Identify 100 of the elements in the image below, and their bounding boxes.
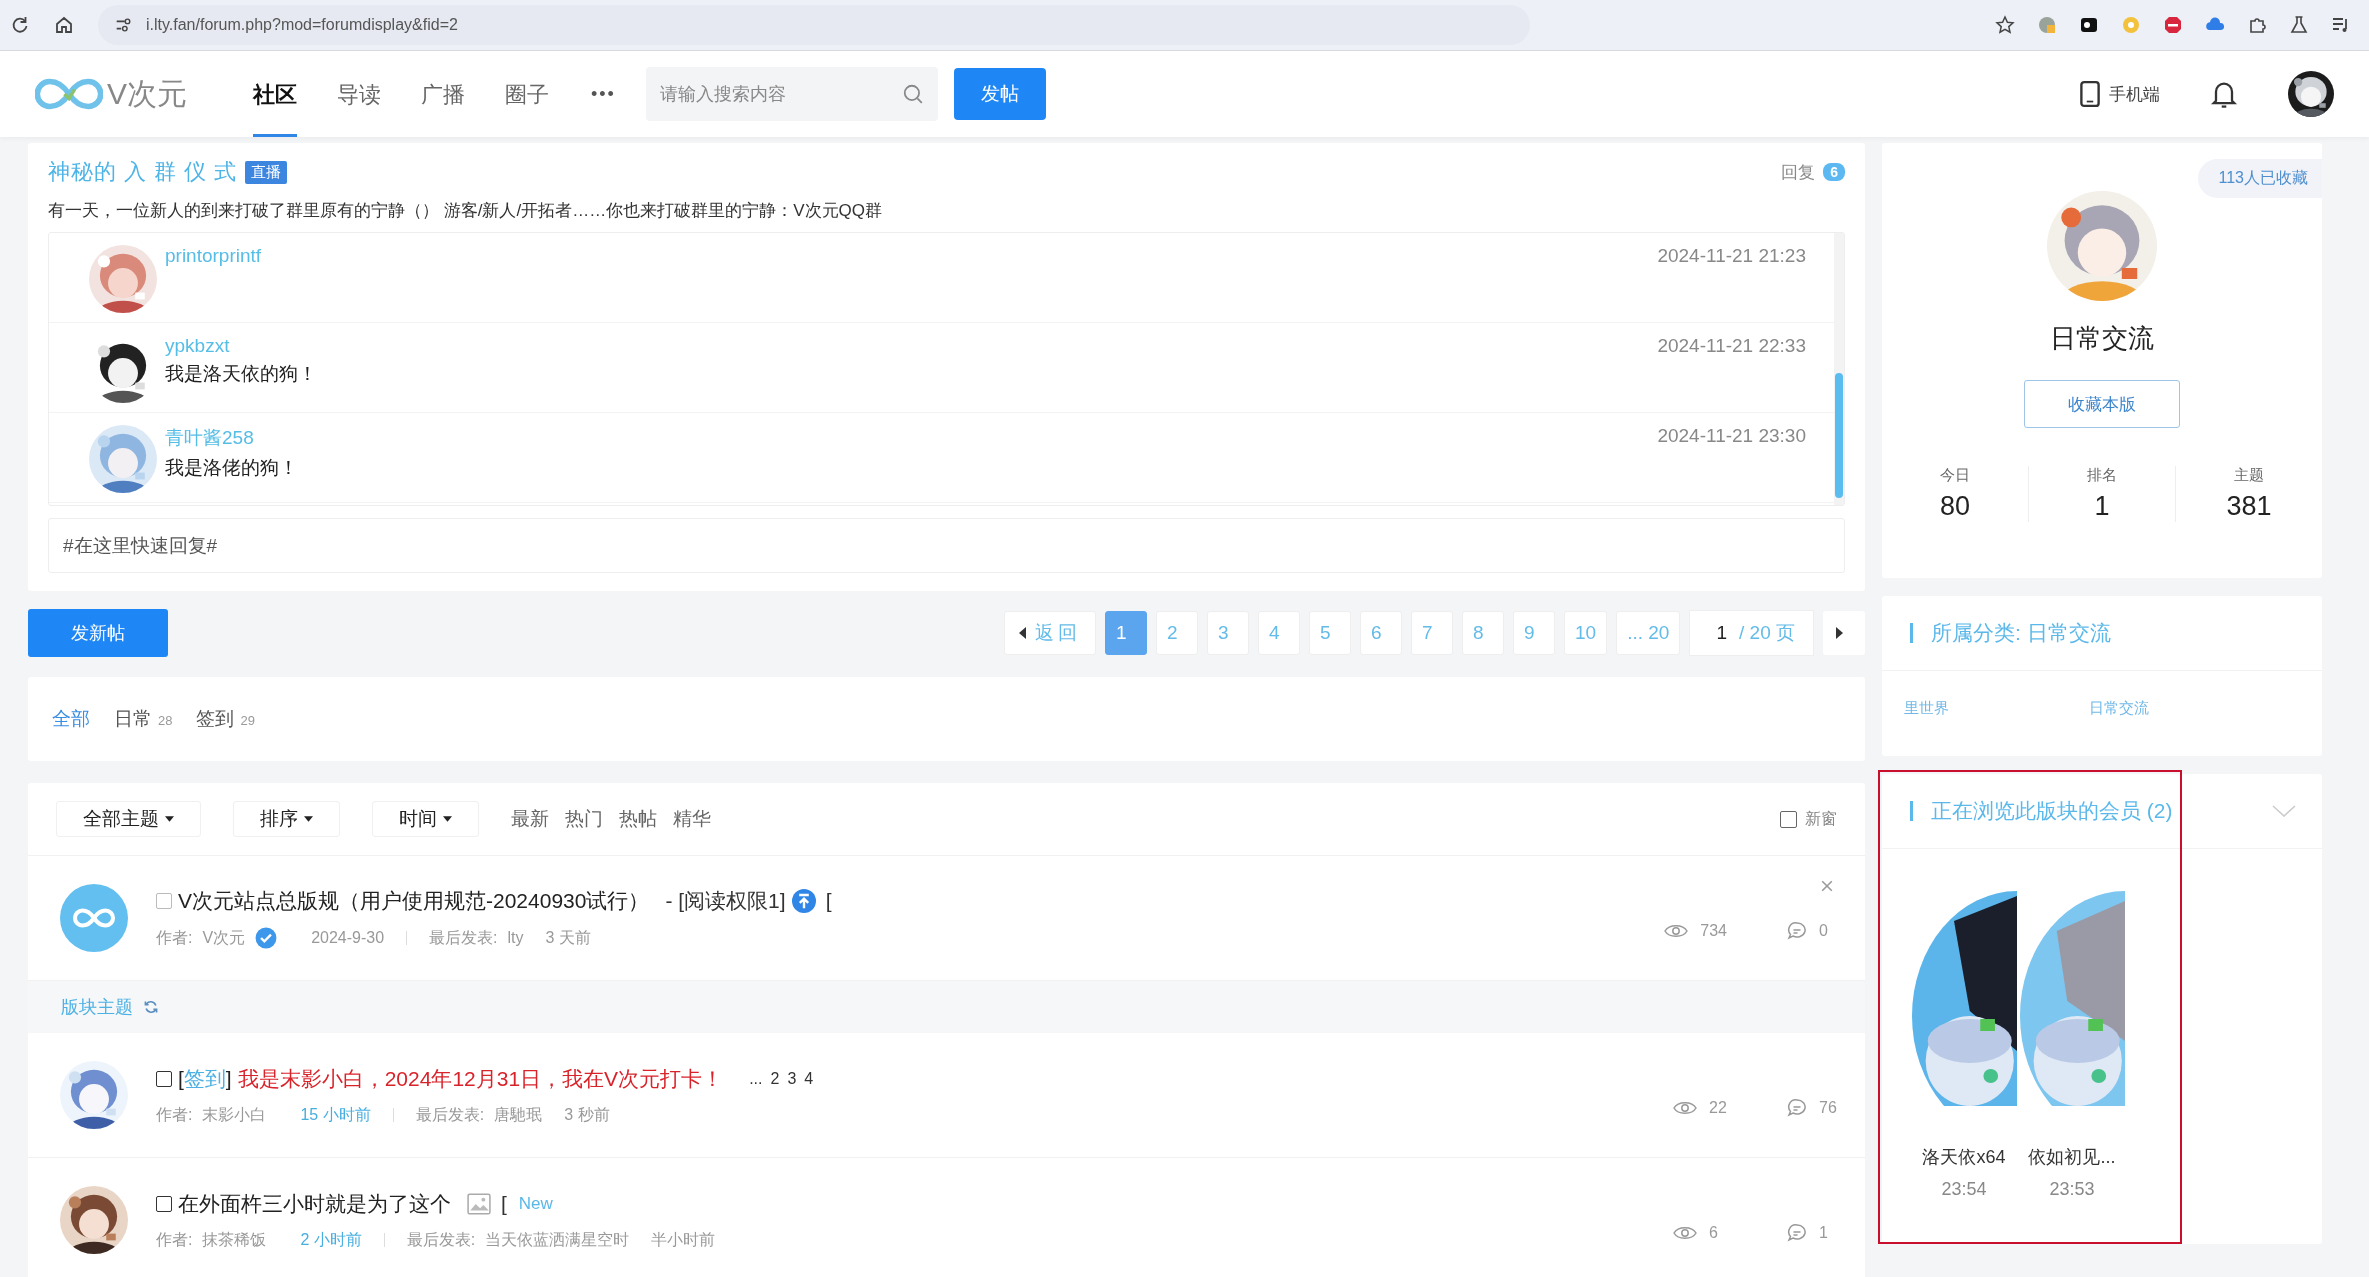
thread-title[interactable]: 在外面杵三小时就是为了这个 bbox=[178, 1189, 451, 1218]
stat-label: 今日 bbox=[1940, 466, 1970, 485]
extension-icon[interactable] bbox=[2079, 15, 2099, 35]
author-link[interactable]: 抹茶稀饭 bbox=[202, 1229, 267, 1251]
page-link[interactable]: ... bbox=[749, 1069, 763, 1088]
right-triangle-icon[interactable] bbox=[1835, 627, 1843, 639]
category-tab[interactable]: 全部 bbox=[52, 706, 90, 732]
bracket-text: [ bbox=[178, 1066, 184, 1091]
last-poster-link[interactable]: 当天依蓝洒满星空时 bbox=[485, 1229, 630, 1251]
scrollbar[interactable] bbox=[1834, 233, 1844, 505]
nav-tab[interactable]: 社区 bbox=[253, 51, 297, 137]
left-triangle-icon[interactable] bbox=[1019, 627, 1028, 639]
message-time: 2024-11-21 23:30 bbox=[1657, 425, 1806, 447]
page-button[interactable]: 1 bbox=[1105, 611, 1148, 655]
next-page-button[interactable] bbox=[1823, 611, 1865, 655]
search-field[interactable]: 请输入搜索内容 bbox=[645, 67, 938, 121]
post-button[interactable]: 发帖 bbox=[953, 68, 1046, 120]
puzzle-icon[interactable] bbox=[2247, 15, 2267, 35]
stat-value: 80 bbox=[1939, 491, 1970, 522]
filter-link[interactable]: 最新 bbox=[511, 806, 549, 832]
address-bar[interactable]: i.lty.fan/forum.php?mod=forumdisplay&fid=2 bbox=[98, 5, 1530, 45]
member-name[interactable]: 依如初见... bbox=[2028, 1145, 2116, 1169]
logo-text: V次元 bbox=[107, 75, 187, 112]
phone-icon[interactable] bbox=[2079, 80, 2101, 108]
infinity-logo-icon bbox=[60, 884, 128, 952]
page-button[interactable]: 2 bbox=[1156, 611, 1199, 655]
thread-title[interactable]: 我是末影小白，2024年12月31日，我在V次元打卡！ bbox=[237, 1064, 724, 1093]
checkbox-icon[interactable] bbox=[156, 1070, 172, 1087]
last-poster-link[interactable]: lty bbox=[507, 929, 524, 947]
close-icon[interactable] bbox=[1821, 880, 1833, 892]
page-link[interactable]: 2 bbox=[770, 1069, 780, 1088]
favorite-button[interactable]: 收藏本版 bbox=[2024, 380, 2180, 428]
refresh-icon[interactable] bbox=[143, 999, 159, 1015]
back-button[interactable]: 返回 bbox=[1004, 611, 1097, 655]
category-tab[interactable]: 日常 28 bbox=[114, 706, 173, 732]
pin-up-icon bbox=[791, 889, 816, 913]
filter-link[interactable]: 热帖 bbox=[619, 806, 657, 832]
reload-icon[interactable] bbox=[10, 15, 30, 35]
author-link[interactable]: V次元 bbox=[202, 927, 246, 949]
nav-tab[interactable]: 圈子 bbox=[505, 51, 549, 137]
comment-icon bbox=[1787, 921, 1807, 941]
thread-title[interactable]: 神秘的 入 群 仪 式 bbox=[48, 157, 238, 187]
page-button[interactable]: 9 bbox=[1513, 611, 1556, 655]
eye-icon bbox=[1673, 1225, 1697, 1241]
page-button[interactable]: ... 20 bbox=[1616, 611, 1681, 655]
flask-icon[interactable] bbox=[2289, 15, 2309, 35]
new-window-checkbox[interactable]: 新窗 bbox=[1780, 808, 1837, 830]
page-link[interactable]: 3 bbox=[787, 1069, 797, 1088]
site-info-icon[interactable] bbox=[114, 16, 132, 34]
reply-input[interactable]: #在这里快速回复# bbox=[48, 518, 1845, 573]
category-link[interactable]: 日常交流 bbox=[2089, 699, 2149, 718]
filter-link[interactable]: 精华 bbox=[673, 806, 711, 832]
checkbox-icon[interactable] bbox=[156, 893, 172, 909]
caret-icon[interactable] bbox=[165, 816, 174, 822]
filter-dropdown[interactable]: 全部主题 bbox=[56, 801, 201, 837]
new-post-button[interactable]: 发新帖 bbox=[28, 609, 168, 657]
infinity-logo-icon bbox=[35, 77, 103, 111]
category-tab[interactable]: 签到 29 bbox=[196, 706, 255, 732]
caret-icon[interactable] bbox=[443, 816, 452, 822]
nav-tab[interactable]: 广播 bbox=[421, 51, 465, 137]
bracket-text: [ bbox=[501, 1191, 507, 1216]
member-time: 23:54 bbox=[1941, 1179, 1987, 1200]
page-button[interactable]: 5 bbox=[1309, 611, 1352, 655]
more-menu[interactable]: ••• bbox=[591, 83, 616, 105]
page-button[interactable]: 10 bbox=[1564, 611, 1608, 655]
new-label: New bbox=[518, 1193, 553, 1214]
filter-link[interactable]: 热门 bbox=[565, 806, 603, 832]
thread-title[interactable]: V次元站点总版规（用户使用规范-20240930试行） bbox=[178, 887, 650, 915]
page-button[interactable]: 8 bbox=[1462, 611, 1505, 655]
comment-icon bbox=[1787, 1098, 1807, 1118]
message-time: 2024-11-21 21:23 bbox=[1657, 245, 1806, 267]
search-icon[interactable] bbox=[901, 83, 924, 105]
last-post-time: 3 秒前 bbox=[564, 1104, 610, 1125]
page-button[interactable]: 7 bbox=[1411, 611, 1454, 655]
username-link[interactable]: printorprintf bbox=[165, 245, 1658, 267]
username-link[interactable]: 青叶酱258 bbox=[165, 425, 1658, 451]
page-link[interactable]: 4 bbox=[804, 1069, 814, 1088]
description-text: 有一天，一位新人的到来打破了群里原有的宁静（） 游客/新人/开拓者……你也来打破群里的宁静：V次元QQ群 bbox=[48, 200, 883, 222]
thread-tag-link[interactable]: 签到 bbox=[183, 1064, 226, 1093]
page-button[interactable]: 6 bbox=[1360, 611, 1403, 655]
caret-icon[interactable] bbox=[304, 816, 313, 822]
author-link[interactable]: 末影小白 bbox=[202, 1104, 267, 1126]
checkbox-icon[interactable] bbox=[156, 1195, 172, 1212]
mobile-link[interactable]: 手机端 bbox=[2079, 80, 2160, 108]
reply-count: 76 bbox=[1819, 1099, 1837, 1117]
stop-sign-icon[interactable] bbox=[2163, 15, 2183, 35]
category-link[interactable]: 里世界 bbox=[1904, 699, 1949, 718]
username-link[interactable]: ypkbzxt bbox=[165, 335, 1658, 357]
star-icon[interactable] bbox=[1995, 15, 2015, 35]
member-name[interactable]: 洛天依x64 bbox=[1922, 1145, 2006, 1169]
home-icon[interactable] bbox=[54, 15, 74, 35]
page-field[interactable]: 1 / 20 页 bbox=[1689, 610, 1814, 656]
filter-dropdown[interactable]: 时间 bbox=[372, 801, 479, 837]
filter-dropdown[interactable]: 排序 bbox=[233, 801, 340, 837]
page-button[interactable]: 3 bbox=[1207, 611, 1250, 655]
post-date: 15 小时前 bbox=[300, 1104, 371, 1125]
scrollbar-thumb[interactable] bbox=[1835, 373, 1843, 498]
nav-tab[interactable]: 导读 bbox=[337, 51, 381, 137]
page-button[interactable]: 4 bbox=[1258, 611, 1301, 655]
last-poster-link[interactable]: 唐馳珉 bbox=[494, 1104, 543, 1126]
